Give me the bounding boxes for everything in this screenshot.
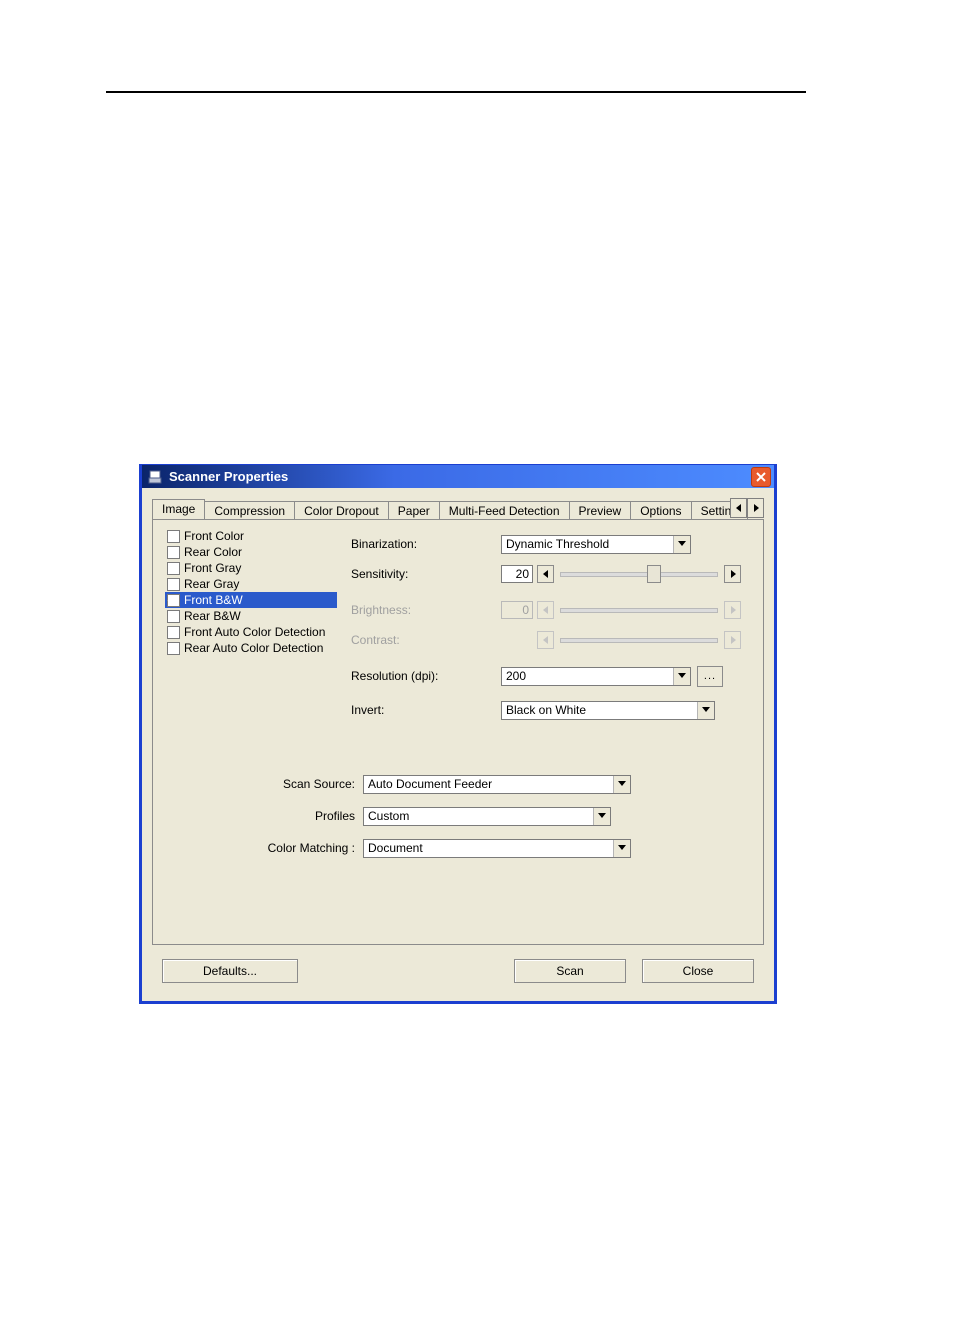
contrast-decrement — [537, 631, 554, 649]
contrast-value — [501, 631, 533, 649]
check-label: Rear Auto Color Detection — [184, 640, 323, 656]
chevron-down-icon — [593, 808, 610, 825]
color-matching-value: Document — [364, 841, 613, 855]
check-label: Front Auto Color Detection — [184, 624, 325, 640]
tab-page-image: Front Color Rear Color Front Gray Rear G… — [152, 520, 764, 945]
color-matching-label: Color Matching : — [165, 841, 363, 855]
chevron-down-icon — [613, 840, 630, 857]
check-label: Front Gray — [184, 560, 241, 576]
sensitivity-label: Sensitivity: — [351, 567, 501, 581]
sensitivity-slider[interactable] — [558, 565, 720, 583]
tab-options[interactable]: Options — [630, 501, 691, 520]
check-rear-gray[interactable]: Rear Gray — [165, 576, 337, 592]
contrast-label: Contrast: — [351, 633, 501, 647]
scan-source-label: Scan Source: — [165, 777, 363, 791]
check-rear-bw[interactable]: Rear B&W — [165, 608, 337, 624]
page-divider — [106, 91, 806, 93]
check-front-gray[interactable]: Front Gray — [165, 560, 337, 576]
scan-source-dropdown[interactable]: Auto Document Feeder — [363, 775, 631, 794]
scanner-icon — [147, 469, 163, 485]
brightness-increment — [724, 601, 741, 619]
invert-value: Black on White — [502, 703, 697, 717]
binarization-dropdown[interactable]: Dynamic Threshold — [501, 535, 691, 554]
contrast-increment — [724, 631, 741, 649]
slider-thumb[interactable] — [647, 565, 661, 583]
binarization-value: Dynamic Threshold — [502, 537, 673, 551]
tab-multi-feed[interactable]: Multi-Feed Detection — [439, 501, 570, 520]
window-title: Scanner Properties — [169, 469, 288, 484]
check-label: Front B&W — [184, 592, 243, 608]
tab-compression[interactable]: Compression — [204, 501, 295, 520]
check-label: Front Color — [184, 528, 244, 544]
check-front-color[interactable]: Front Color — [165, 528, 337, 544]
brightness-slider — [558, 601, 720, 619]
check-front-auto-color[interactable]: Front Auto Color Detection — [165, 624, 337, 640]
sensitivity-decrement[interactable] — [537, 565, 554, 583]
binarization-label: Binarization: — [351, 537, 501, 551]
resolution-more-button[interactable]: ... — [697, 666, 723, 687]
tab-scroll-left-icon[interactable] — [730, 498, 747, 518]
sensitivity-increment[interactable] — [724, 565, 741, 583]
check-front-bw[interactable]: Front B&W — [165, 592, 337, 608]
titlebar[interactable]: Scanner Properties — [142, 465, 774, 488]
tab-image[interactable]: Image — [152, 499, 205, 520]
profiles-dropdown[interactable]: Custom — [363, 807, 611, 826]
invert-label: Invert: — [351, 703, 501, 717]
brightness-decrement — [537, 601, 554, 619]
profiles-label: Profiles — [165, 809, 363, 823]
resolution-value: 200 — [502, 669, 673, 683]
tab-color-dropout[interactable]: Color Dropout — [294, 501, 389, 520]
chevron-down-icon — [673, 668, 690, 685]
close-button[interactable]: Close — [642, 959, 754, 983]
check-label: Rear Color — [184, 544, 242, 560]
chevron-down-icon — [613, 776, 630, 793]
chevron-down-icon — [697, 702, 714, 719]
brightness-value: 0 — [501, 601, 533, 619]
tab-scroll-right-icon[interactable] — [747, 498, 764, 518]
check-rear-auto-color[interactable]: Rear Auto Color Detection — [165, 640, 337, 656]
check-rear-color[interactable]: Rear Color — [165, 544, 337, 560]
close-icon[interactable] — [751, 467, 771, 487]
check-label: Rear Gray — [184, 576, 239, 592]
scan-source-value: Auto Document Feeder — [364, 777, 613, 791]
color-matching-dropdown[interactable]: Document — [363, 839, 631, 858]
scanner-properties-dialog: Scanner Properties Image Compression Col… — [140, 465, 776, 1003]
tab-paper[interactable]: Paper — [388, 501, 440, 520]
image-selection-list: Front Color Rear Color Front Gray Rear G… — [165, 528, 337, 664]
chevron-down-icon — [673, 536, 690, 553]
contrast-slider — [558, 631, 720, 649]
invert-dropdown[interactable]: Black on White — [501, 701, 715, 720]
profiles-value: Custom — [364, 809, 593, 823]
brightness-label: Brightness: — [351, 603, 501, 617]
resolution-label: Resolution (dpi): — [351, 669, 501, 683]
defaults-button[interactable]: Defaults... — [162, 959, 298, 983]
check-label: Rear B&W — [184, 608, 241, 624]
sensitivity-value[interactable]: 20 — [501, 565, 533, 583]
scan-button[interactable]: Scan — [514, 959, 626, 983]
resolution-dropdown[interactable]: 200 — [501, 667, 691, 686]
tab-preview[interactable]: Preview — [569, 501, 632, 520]
tabstrip: Image Compression Color Dropout Paper Mu… — [152, 498, 764, 520]
